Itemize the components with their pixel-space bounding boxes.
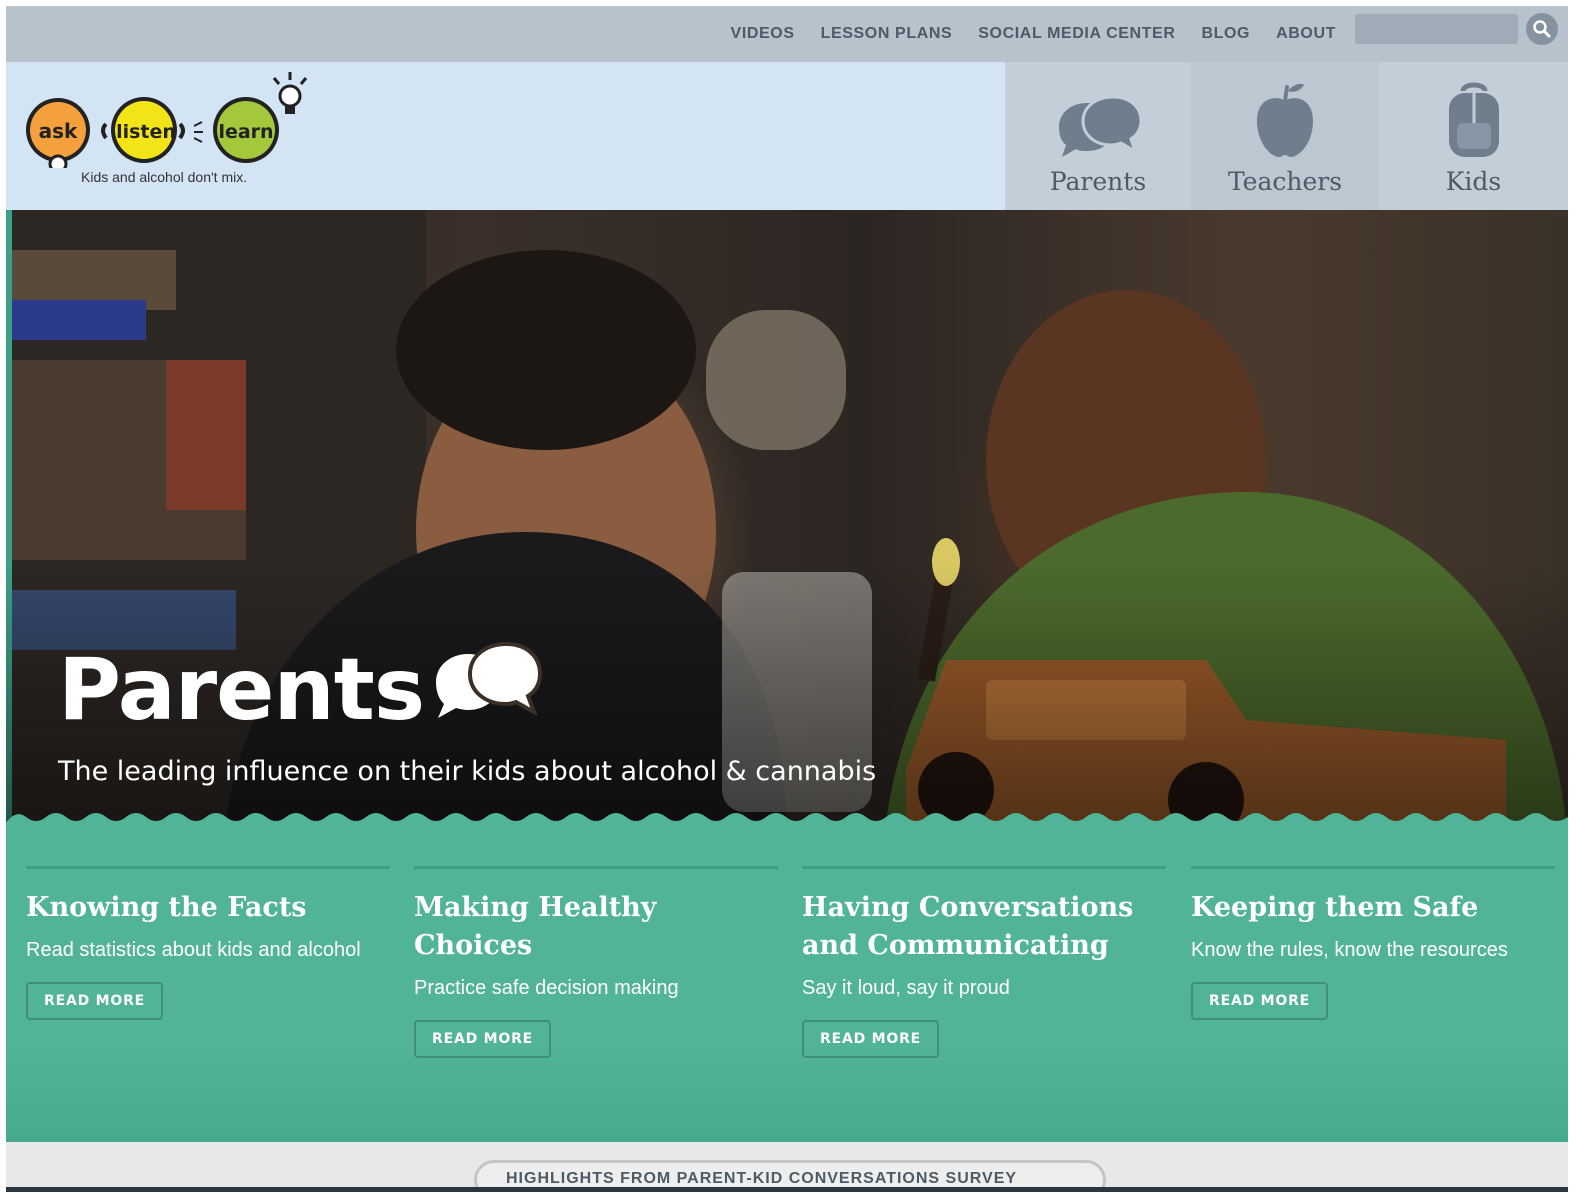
search-icon: [1533, 20, 1551, 38]
audience-label-kids: Kids: [1445, 167, 1502, 196]
search-button[interactable]: [1526, 13, 1558, 45]
topic-description: Know the rules, know the resources: [1191, 939, 1508, 961]
hero-speech-bubbles-icon: [436, 642, 542, 718]
topic-card: Making Healthy Choices Practice safe dec…: [414, 866, 778, 1058]
top-utility-bar: VIDEOS LESSON PLANS SOCIAL MEDIA CENTER …: [6, 6, 1568, 62]
topic-title[interactable]: Making Healthy Choices: [414, 889, 778, 965]
topic-description: Say it loud, say it proud: [802, 977, 1010, 999]
nav-lesson-plans[interactable]: LESSON PLANS: [821, 25, 953, 43]
bottom-edge: [6, 1187, 1568, 1192]
logo-word-ask: ask: [39, 119, 78, 143]
survey-banner-text: HIGHLIGHTS FROM PARENT-KID CONVERSATIONS…: [506, 1170, 1018, 1187]
hero-subtitle: The leading influence on their kids abou…: [58, 756, 877, 787]
audience-tab-parents[interactable]: Parents: [1005, 62, 1191, 210]
topics-section: Knowing the Facts Read statistics about …: [6, 822, 1568, 1142]
hero-wave-edge: [6, 813, 1568, 822]
site-header: ask listen learn Kids and alcohol don't …: [6, 62, 1568, 210]
read-more-button[interactable]: READ MORE: [1191, 982, 1329, 1020]
nav-about[interactable]: ABOUT: [1276, 25, 1336, 43]
speech-bubbles-icon: [1059, 95, 1143, 157]
logo-word-learn: learn: [218, 121, 273, 143]
hero-title: Parents: [58, 640, 425, 740]
nav-blog[interactable]: BLOG: [1201, 25, 1250, 43]
backpack-icon: [1448, 82, 1499, 157]
topic-card: Knowing the Facts Read statistics about …: [26, 866, 390, 1020]
topic-title[interactable]: Having Conversations and Communicating: [802, 889, 1166, 965]
logo-word-listen: listen: [116, 121, 176, 143]
read-more-button[interactable]: READ MORE: [414, 1020, 552, 1058]
topic-description: Read statistics about kids and alcohol: [26, 939, 361, 961]
audience-tab-teachers[interactable]: Teachers: [1191, 62, 1379, 210]
logo-graphic: ask listen learn: [26, 72, 308, 174]
bottom-strip: HIGHLIGHTS FROM PARENT-KID CONVERSATIONS…: [6, 1142, 1568, 1192]
search-input[interactable]: [1355, 14, 1518, 44]
audience-tab-kids[interactable]: Kids: [1379, 62, 1568, 210]
topic-title[interactable]: Knowing the Facts: [26, 889, 390, 927]
page-frame: VIDEOS LESSON PLANS SOCIAL MEDIA CENTER …: [6, 6, 1568, 1192]
nav-social-media-center[interactable]: SOCIAL MEDIA CENTER: [978, 25, 1175, 43]
hero-banner: Parents The leading influence on their k…: [6, 210, 1568, 822]
apple-icon: [1257, 83, 1313, 157]
read-more-button[interactable]: READ MORE: [26, 982, 164, 1020]
topic-card: Keeping them Safe Know the rules, know t…: [1191, 866, 1555, 1020]
topic-card: Having Conversations and Communicating S…: [802, 866, 1166, 1058]
top-nav: VIDEOS LESSON PLANS SOCIAL MEDIA CENTER …: [731, 6, 1336, 62]
audience-label-parents: Parents: [1049, 167, 1147, 196]
topic-title[interactable]: Keeping them Safe: [1191, 889, 1555, 927]
topic-description: Practice safe decision making: [414, 977, 679, 999]
read-more-button[interactable]: READ MORE: [802, 1020, 940, 1058]
site-tagline: Kids and alcohol don't mix.: [81, 169, 248, 185]
nav-videos[interactable]: VIDEOS: [731, 25, 795, 43]
audience-label-teachers: Teachers: [1227, 167, 1343, 196]
